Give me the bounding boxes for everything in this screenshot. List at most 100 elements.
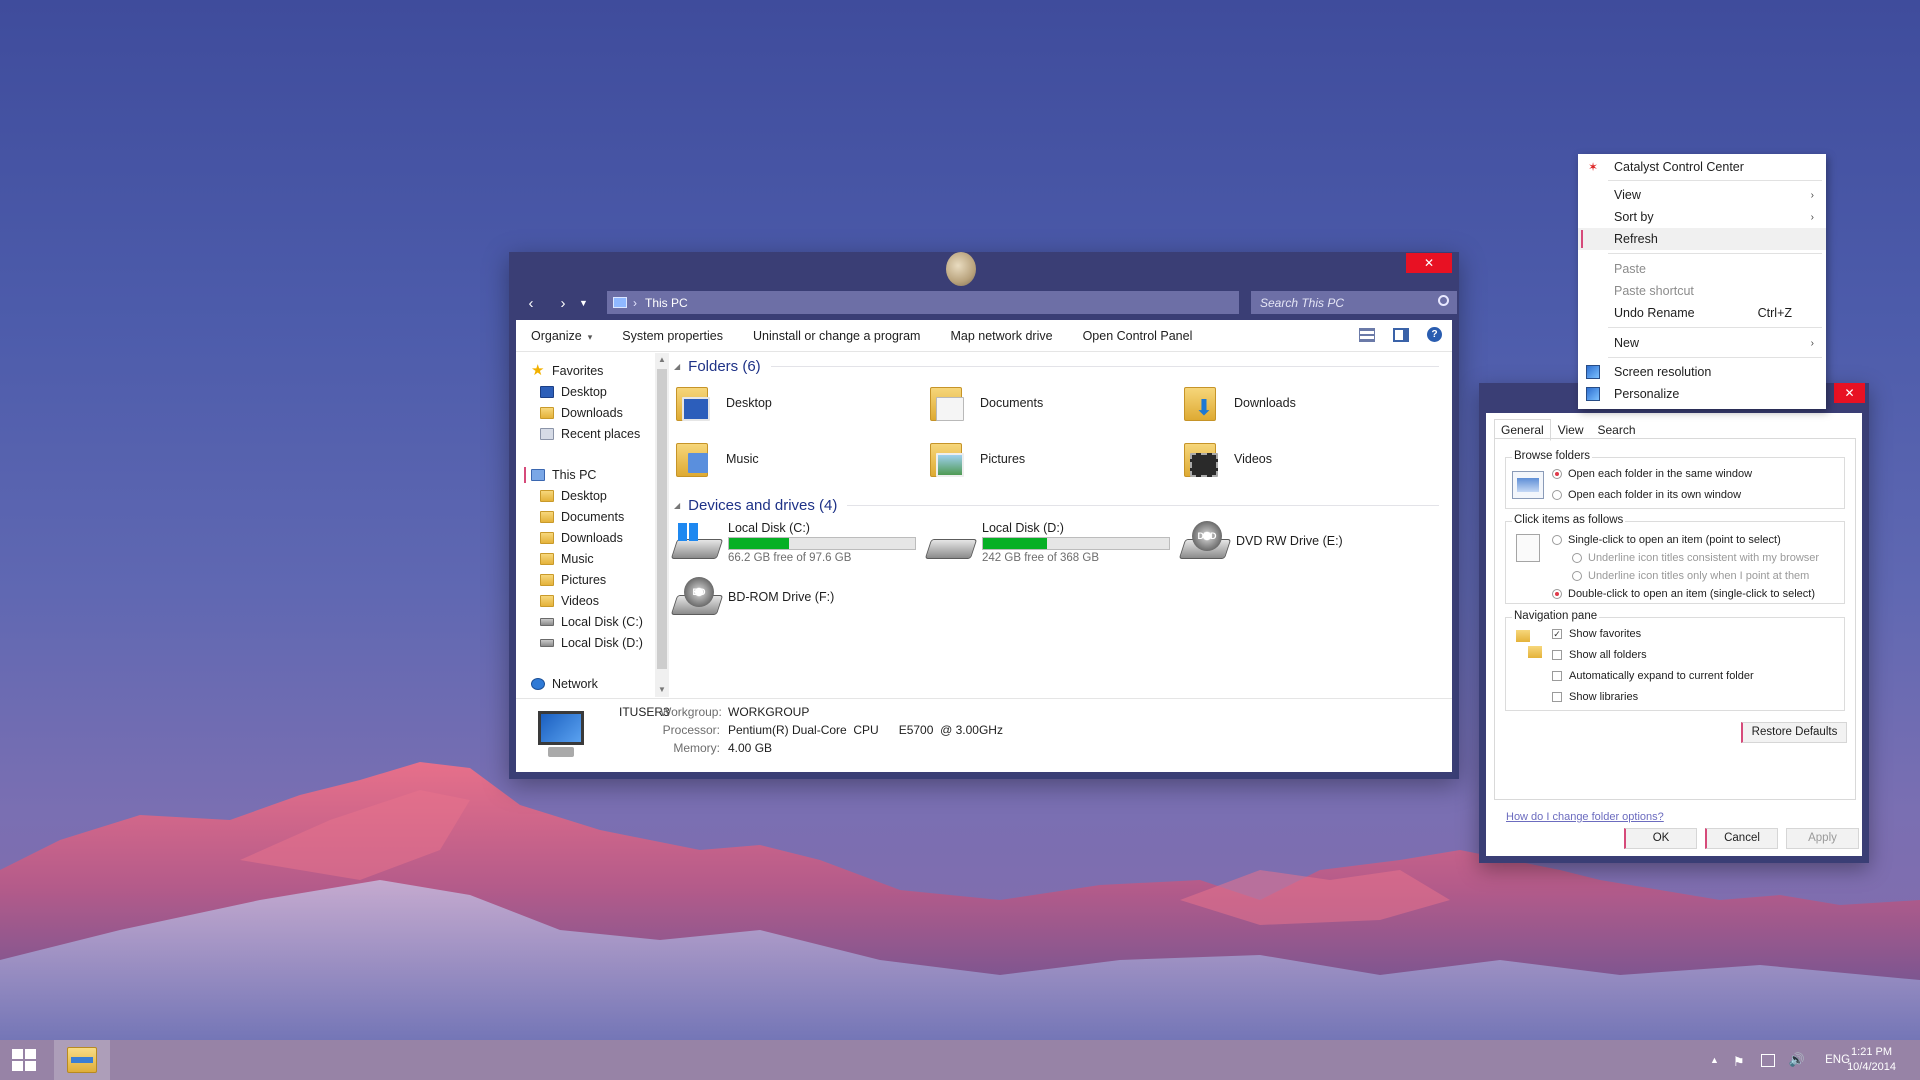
- title-bar[interactable]: ✕: [509, 252, 1459, 288]
- nav-disk-c[interactable]: Local Disk (C:): [540, 612, 643, 632]
- folder-downloads[interactable]: ⬇ Downloads: [1182, 377, 1432, 429]
- breadcrumb-this-pc[interactable]: This PC: [645, 296, 688, 310]
- cancel-button[interactable]: Cancel: [1705, 828, 1778, 849]
- recent-locations-dropdown-icon[interactable]: ▼: [579, 298, 591, 308]
- menu-refresh[interactable]: Refresh: [1578, 228, 1826, 250]
- taskbar-explorer-button[interactable]: [54, 1040, 110, 1080]
- nav-pc-documents[interactable]: Documents: [540, 507, 624, 527]
- action-center-flag-icon[interactable]: ⚑: [1733, 1054, 1747, 1069]
- start-button[interactable]: [0, 1040, 48, 1080]
- forward-arrow-icon[interactable]: ›: [547, 289, 579, 317]
- radio-button[interactable]: [1572, 553, 1582, 563]
- nav-scrollbar[interactable]: ▲ ▼: [655, 353, 669, 697]
- radio-button[interactable]: [1552, 490, 1562, 500]
- radio-same-window[interactable]: Open each folder in the same window: [1552, 468, 1752, 480]
- radio-single-click[interactable]: Single-click to open an item (point to s…: [1552, 534, 1781, 546]
- check-show-all-folders[interactable]: Show all folders: [1552, 649, 1647, 661]
- radio-own-window[interactable]: Open each folder in its own window: [1552, 489, 1741, 501]
- folder-music[interactable]: Music: [674, 433, 924, 485]
- radio-underline-point[interactable]: Underline icon titles only when I point …: [1572, 570, 1809, 582]
- collapse-triangle-icon[interactable]: ◢: [674, 362, 680, 371]
- scroll-down-icon[interactable]: ▼: [655, 683, 669, 697]
- clock[interactable]: 1:21 PM 10/4/2014: [1847, 1045, 1896, 1075]
- search-input[interactable]: Search This PC: [1251, 291, 1457, 314]
- nav-this-pc[interactable]: This PC: [523, 465, 596, 485]
- scroll-up-icon[interactable]: ▲: [655, 353, 669, 367]
- scroll-thumb[interactable]: [657, 369, 667, 669]
- uninstall-program-button[interactable]: Uninstall or change a program: [738, 329, 935, 343]
- documents-folder-icon: [928, 383, 968, 423]
- memory-row: Memory: 4.00 GB: [673, 741, 773, 755]
- apply-button[interactable]: Apply: [1786, 828, 1859, 849]
- clock-time: 1:21 PM: [1851, 1046, 1893, 1058]
- drive-f[interactable]: BD BD-ROM Drive (F:): [670, 573, 834, 623]
- nav-pc-videos[interactable]: Videos: [540, 591, 599, 611]
- ok-button[interactable]: OK: [1624, 828, 1697, 849]
- navigation-pane-group: Navigation pane ✓ Show favorites Show all…: [1505, 610, 1845, 711]
- nav-pc-music[interactable]: Music: [540, 549, 594, 569]
- nav-network[interactable]: Network: [531, 674, 598, 694]
- help-icon[interactable]: ?: [1427, 327, 1442, 342]
- checkbox[interactable]: ✓: [1552, 629, 1562, 639]
- nav-disk-d[interactable]: Local Disk (D:): [540, 633, 643, 653]
- volume-icon[interactable]: 🔊: [1789, 1052, 1805, 1068]
- preview-pane-icon[interactable]: [1393, 327, 1409, 342]
- check-auto-expand[interactable]: Automatically expand to current folder: [1552, 670, 1754, 682]
- menu-sort-by[interactable]: Sort by ›: [1578, 206, 1826, 228]
- radio-button[interactable]: [1552, 589, 1562, 599]
- nav-favorites[interactable]: ★ Favorites: [531, 361, 603, 381]
- map-network-drive-button[interactable]: Map network drive: [935, 329, 1067, 343]
- radio-double-click[interactable]: Double-click to open an item (single-cli…: [1552, 588, 1815, 600]
- drive-e[interactable]: DVD DVD RW Drive (E:): [1178, 517, 1343, 567]
- nav-pc-desktop[interactable]: Desktop: [540, 486, 607, 506]
- drive-c[interactable]: Local Disk (C:) 66.2 GB free of 97.6 GB: [670, 517, 916, 567]
- nav-fav-downloads[interactable]: Downloads: [540, 403, 623, 423]
- menu-catalyst[interactable]: ✶ Catalyst Control Center: [1578, 156, 1826, 178]
- collapse-triangle-icon[interactable]: ◢: [674, 501, 680, 510]
- close-button[interactable]: ✕: [1406, 253, 1452, 273]
- menu-new[interactable]: New ›: [1578, 332, 1826, 354]
- menu-paste-shortcut[interactable]: Paste shortcut: [1578, 280, 1826, 302]
- checkbox[interactable]: [1552, 671, 1562, 681]
- checkbox[interactable]: [1552, 692, 1562, 702]
- check-show-favorites[interactable]: ✓ Show favorites: [1552, 628, 1641, 640]
- nav-pc-pictures[interactable]: Pictures: [540, 570, 606, 590]
- search-icon[interactable]: [1438, 295, 1449, 306]
- menu-screen-resolution[interactable]: Screen resolution: [1578, 361, 1826, 383]
- help-link[interactable]: How do I change folder options?: [1506, 811, 1664, 823]
- dialog-close-button[interactable]: ✕: [1834, 383, 1865, 403]
- folder-videos[interactable]: Videos: [1182, 433, 1432, 485]
- address-bar[interactable]: › This PC: [607, 291, 1239, 314]
- restore-defaults-button[interactable]: Restore Defaults: [1741, 722, 1847, 743]
- organize-menu[interactable]: Organize: [516, 329, 607, 343]
- nav-pc-downloads[interactable]: Downloads: [540, 528, 623, 548]
- menu-paste[interactable]: Paste: [1578, 258, 1826, 280]
- drives-group-header[interactable]: ◢ Devices and drives (4): [674, 494, 1439, 516]
- drive-d[interactable]: Local Disk (D:) 242 GB free of 368 GB: [924, 517, 1170, 567]
- folder-documents[interactable]: Documents: [928, 377, 1178, 429]
- menu-personalize[interactable]: Personalize: [1578, 383, 1826, 405]
- menu-view[interactable]: View ›: [1578, 184, 1826, 206]
- details-pane: ITUSER3 Workgroup: WORKGROUP Processor: …: [516, 698, 1452, 772]
- show-hidden-icons-icon[interactable]: ▲: [1710, 1055, 1719, 1065]
- menu-undo-rename[interactable]: Undo Rename Ctrl+Z: [1578, 302, 1826, 324]
- network-tray-icon[interactable]: [1760, 1053, 1775, 1067]
- radio-button[interactable]: [1552, 469, 1562, 479]
- nav-fav-desktop[interactable]: Desktop: [540, 382, 607, 402]
- radio-button[interactable]: [1552, 535, 1562, 545]
- check-show-libraries[interactable]: Show libraries: [1552, 691, 1638, 703]
- menu-separator: [1608, 327, 1822, 328]
- file-explorer-icon: [67, 1047, 97, 1073]
- radio-underline-browser[interactable]: Underline icon titles consistent with my…: [1572, 552, 1819, 564]
- folder-pictures[interactable]: Pictures: [928, 433, 1178, 485]
- checkbox[interactable]: [1552, 650, 1562, 660]
- desktop-folder-icon: [674, 383, 714, 423]
- folder-desktop[interactable]: Desktop: [674, 377, 924, 429]
- open-control-panel-button[interactable]: Open Control Panel: [1068, 329, 1208, 343]
- change-view-icon[interactable]: [1359, 327, 1375, 342]
- folders-group-header[interactable]: ◢ Folders (6): [674, 355, 1439, 377]
- system-properties-button[interactable]: System properties: [607, 329, 738, 343]
- radio-button[interactable]: [1572, 571, 1582, 581]
- back-arrow-icon[interactable]: ‹: [515, 289, 547, 317]
- nav-recent-places[interactable]: Recent places: [540, 424, 640, 444]
